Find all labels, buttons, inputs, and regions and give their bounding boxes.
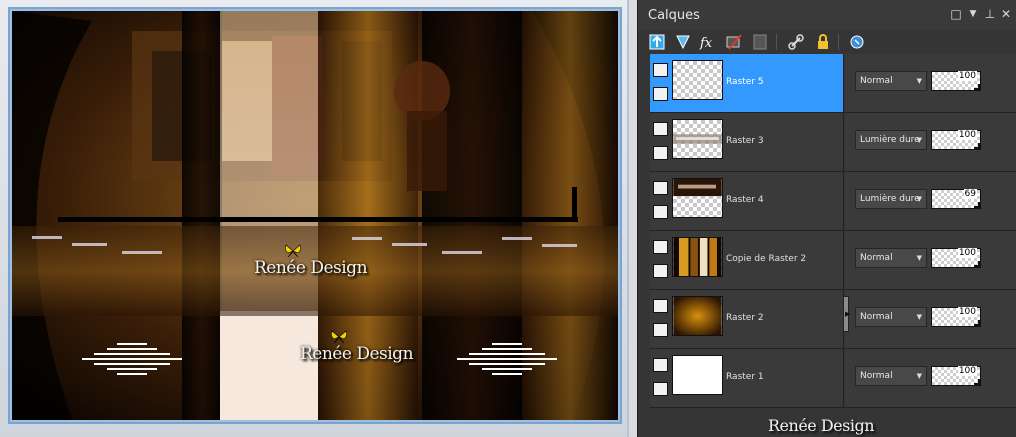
properties-icon[interactable] bbox=[847, 32, 867, 52]
layer-thumbnail bbox=[672, 355, 723, 395]
chevron-down-icon: ▼ bbox=[916, 77, 922, 85]
layers-toolbar: fx bbox=[638, 30, 1016, 54]
maximize-icon[interactable]: □ bbox=[949, 7, 963, 21]
layer-row-raster-1[interactable]: Raster 1 Normal ▼ 100 bbox=[650, 349, 1016, 408]
layer-controls: Normal ▼ 100 bbox=[845, 349, 1016, 407]
visibility-eye-icon[interactable] bbox=[653, 382, 668, 396]
blend-mode-dropdown[interactable]: Normal ▼ bbox=[855, 71, 927, 91]
pin-icon[interactable]: ⊥ bbox=[983, 7, 997, 21]
layers-palette: Calques □ ▼ ⊥ ✕ fx Raster 5 Normal ▼ 100… bbox=[637, 0, 1016, 437]
new-group-icon[interactable] bbox=[750, 32, 770, 52]
new-effect-layer-icon[interactable]: fx bbox=[698, 32, 718, 52]
visibility-eye-icon[interactable] bbox=[653, 146, 668, 160]
canvas-window: Renée Design Renée Design bbox=[0, 0, 629, 437]
blend-mode-dropdown[interactable]: Lumière dure ▼ bbox=[855, 189, 927, 209]
layer-name: Raster 1 bbox=[726, 372, 764, 382]
new-mask-layer-icon[interactable] bbox=[724, 32, 744, 52]
opacity-field[interactable]: 100 bbox=[931, 130, 981, 150]
chevron-down-icon[interactable]: ▼ bbox=[966, 9, 980, 19]
watermark-text: Renée Design bbox=[768, 416, 875, 435]
opacity-field[interactable]: 100 bbox=[931, 248, 981, 268]
layer-cell[interactable]: Raster 2 bbox=[650, 290, 844, 348]
blend-mode-dropdown[interactable]: Normal ▼ bbox=[855, 366, 927, 386]
new-raster-layer-icon[interactable] bbox=[647, 32, 667, 52]
layer-thumbnail bbox=[672, 296, 723, 336]
blend-mode-dropdown[interactable]: Normal ▼ bbox=[855, 307, 927, 327]
layer-thumbnail bbox=[672, 237, 723, 277]
layers-list: Raster 5 Normal ▼ 100 Raster 3 Lumière du… bbox=[650, 54, 1016, 409]
opacity-field[interactable]: 100 bbox=[931, 307, 981, 327]
layer-cell[interactable]: Copie de Raster 2 bbox=[650, 231, 844, 289]
layer-row-raster-3[interactable]: Raster 3 Lumière dure ▼ 100 bbox=[650, 113, 1016, 172]
layer-lock-icon[interactable] bbox=[653, 63, 668, 77]
layer-cell[interactable]: Raster 1 bbox=[650, 349, 844, 407]
layer-row-raster-4[interactable]: Raster 4 Lumière dure ▼ 69 bbox=[650, 172, 1016, 231]
layer-thumbnail bbox=[672, 60, 723, 100]
layer-thumbnail bbox=[672, 178, 723, 218]
link-icon[interactable] bbox=[786, 32, 806, 52]
layer-controls: Lumière dure ▼ 100 bbox=[845, 113, 1016, 171]
layer-cell[interactable]: Raster 3 bbox=[650, 113, 844, 171]
layer-cell[interactable]: Raster 4 bbox=[650, 172, 844, 230]
visibility-eye-icon[interactable] bbox=[653, 264, 668, 278]
layer-name: Raster 3 bbox=[726, 136, 764, 146]
layer-lock-icon[interactable] bbox=[653, 181, 668, 195]
close-icon[interactable]: ✕ bbox=[999, 7, 1013, 21]
palette-title: Calques bbox=[648, 8, 700, 23]
chevron-down-icon: ▼ bbox=[916, 136, 922, 144]
palette-header: Calques □ ▼ ⊥ ✕ bbox=[638, 0, 1016, 30]
layer-name: Raster 2 bbox=[726, 313, 764, 323]
panel-splitter-handle[interactable]: ▶ bbox=[843, 296, 850, 332]
visibility-eye-icon[interactable] bbox=[653, 87, 668, 101]
butterfly-icon bbox=[285, 244, 301, 258]
butterfly-icon bbox=[331, 330, 347, 344]
chevron-down-icon: ▼ bbox=[916, 254, 922, 262]
image-canvas[interactable]: Renée Design Renée Design bbox=[12, 11, 618, 420]
visibility-eye-icon[interactable] bbox=[653, 205, 668, 219]
layer-controls: Normal ▼ 100 bbox=[845, 231, 1016, 289]
new-vector-layer-icon[interactable] bbox=[673, 32, 693, 52]
layer-name: Copie de Raster 2 bbox=[726, 254, 807, 264]
layer-row-copie-de-raster-2[interactable]: Copie de Raster 2 Normal ▼ 100 bbox=[650, 231, 1016, 290]
chevron-down-icon: ▼ bbox=[916, 372, 922, 380]
opacity-field[interactable]: 100 bbox=[931, 366, 981, 386]
layer-lock-icon[interactable] bbox=[653, 299, 668, 313]
blend-mode-dropdown[interactable]: Lumière dure ▼ bbox=[855, 130, 927, 150]
chevron-down-icon: ▼ bbox=[916, 195, 922, 203]
lock-icon[interactable] bbox=[813, 32, 833, 52]
layer-controls: Normal ▼ 100 bbox=[845, 54, 1016, 112]
layer-row-raster-5[interactable]: Raster 5 Normal ▼ 100 bbox=[650, 54, 1016, 113]
layer-name: Raster 5 bbox=[726, 77, 764, 87]
svg-text:fx: fx bbox=[699, 36, 713, 51]
layer-name: Raster 4 bbox=[726, 195, 764, 205]
chevron-down-icon: ▼ bbox=[916, 313, 922, 321]
blend-mode-dropdown[interactable]: Normal ▼ bbox=[855, 248, 927, 268]
layer-thumbnail bbox=[672, 119, 723, 159]
layer-row-raster-2[interactable]: Raster 2 Normal ▼ 100 bbox=[650, 290, 1016, 349]
layer-lock-icon[interactable] bbox=[653, 240, 668, 254]
opacity-field[interactable]: 69 bbox=[931, 189, 981, 209]
visibility-eye-icon[interactable] bbox=[653, 323, 668, 337]
opacity-field[interactable]: 100 bbox=[931, 71, 981, 91]
layer-controls: Normal ▼ 100 bbox=[845, 290, 1016, 348]
layer-cell[interactable]: Raster 5 bbox=[650, 54, 844, 112]
layer-lock-icon[interactable] bbox=[653, 122, 668, 136]
layer-lock-icon[interactable] bbox=[653, 358, 668, 372]
watermark-text: Renée Design bbox=[300, 330, 414, 364]
layer-controls: Lumière dure ▼ 69 bbox=[845, 172, 1016, 230]
watermark-text: Renée Design bbox=[254, 244, 368, 278]
